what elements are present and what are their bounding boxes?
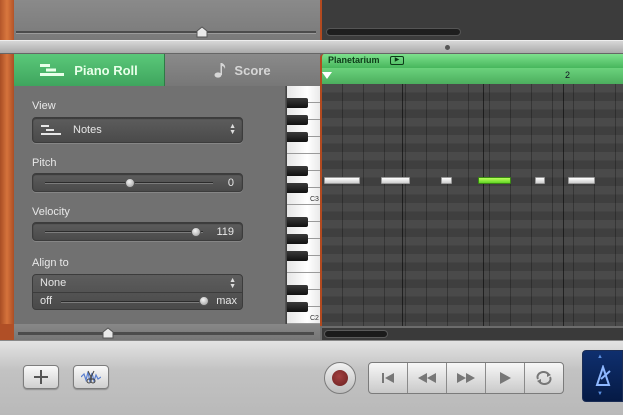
midi-note[interactable] <box>381 177 410 184</box>
pitch-value: 0 <box>227 177 234 189</box>
lcd-up-icon[interactable]: ▲ <box>597 354 603 360</box>
pane-divider[interactable] <box>0 40 623 54</box>
velocity-slider[interactable]: 119 <box>32 222 243 241</box>
view-popup[interactable]: Notes ▲ ▼ <box>32 117 243 143</box>
align-min-label: off <box>40 295 53 307</box>
scissors-wave-icon <box>81 370 101 384</box>
play-icon <box>500 372 511 384</box>
align-max-label: max <box>216 295 237 307</box>
tab-label: Piano Roll <box>74 62 138 78</box>
editor-zoom-thumb[interactable] <box>102 327 114 339</box>
wood-trim <box>0 54 14 326</box>
black-key[interactable] <box>287 285 308 295</box>
align-separator <box>33 292 242 293</box>
selected-note[interactable] <box>477 177 511 184</box>
editor-scrollbar-thumb[interactable] <box>324 330 388 338</box>
piano-keyboard[interactable]: C3 C2 <box>286 86 320 324</box>
black-key[interactable] <box>287 132 308 142</box>
wood-trim <box>0 0 14 40</box>
beat-line <box>402 84 403 326</box>
add-track-button[interactable] <box>23 365 59 389</box>
tracks-area <box>320 0 623 40</box>
bar-line <box>563 84 564 326</box>
black-key[interactable] <box>287 166 308 176</box>
tracks-scrollbar[interactable] <box>326 28 461 36</box>
plus-icon <box>34 370 48 384</box>
black-key[interactable] <box>287 302 308 312</box>
zoom-slider-track[interactable] <box>16 31 316 34</box>
zoom-slider-thumb[interactable] <box>196 26 208 38</box>
editor-scrollbar[interactable] <box>322 328 623 340</box>
black-key[interactable] <box>287 234 308 244</box>
pitch-slider[interactable]: 0 <box>32 173 243 192</box>
popup-arrows-icon: ▲ ▼ <box>229 277 236 290</box>
align-slider-track[interactable] <box>61 301 201 303</box>
tab-piano-roll[interactable]: Piano Roll <box>14 54 165 86</box>
notes-view-icon <box>41 125 61 135</box>
pitch-label: Pitch <box>32 157 57 169</box>
black-key[interactable] <box>287 217 308 227</box>
play-button[interactable] <box>486 363 525 393</box>
editor-zoom-bar <box>14 324 320 340</box>
view-label: View <box>32 100 56 112</box>
align-slider-knob[interactable] <box>199 296 209 306</box>
playhead-icon[interactable] <box>322 72 332 79</box>
editor-toggle-button[interactable] <box>73 365 109 389</box>
piano-roll-icon <box>40 64 65 76</box>
divider-handle[interactable] <box>445 45 450 50</box>
align-label: Align to <box>32 257 69 269</box>
tuning-fork-icon <box>595 365 611 386</box>
rewind-button[interactable] <box>408 363 447 393</box>
fast-forward-icon <box>457 373 475 383</box>
music-note-icon <box>214 63 226 78</box>
transport-controls <box>368 362 564 394</box>
midi-note[interactable] <box>567 177 595 184</box>
timeline-ruler[interactable]: 2 <box>320 68 623 84</box>
beat-line <box>483 84 484 326</box>
go-to-beginning-button[interactable] <box>369 363 408 393</box>
editor-zoom-track[interactable] <box>18 332 314 335</box>
lcd-display[interactable]: ▲ ▼ <box>582 350 623 402</box>
cycle-button[interactable] <box>525 363 563 393</box>
region-name: Planetarium <box>328 55 380 65</box>
tab-score[interactable]: Score <box>165 54 320 86</box>
bar-number: 2 <box>565 70 571 80</box>
align-to-control[interactable]: None ▲ ▼ off max <box>32 274 243 310</box>
velocity-label: Velocity <box>32 206 70 218</box>
midi-note[interactable] <box>534 177 546 184</box>
octave-label: C3 <box>310 196 319 203</box>
tab-label: Score <box>234 62 271 78</box>
black-key[interactable] <box>287 251 308 261</box>
cycle-icon <box>536 371 552 385</box>
velocity-value: 119 <box>216 226 234 238</box>
play-region-icon[interactable]: ▶ <box>390 56 404 65</box>
piano-roll-inspector: View Notes ▲ ▼ Pitch 0 Velocity 119 Align… <box>14 86 286 324</box>
velocity-slider-track[interactable] <box>45 231 203 233</box>
top-track-area <box>0 0 320 40</box>
align-value[interactable]: None <box>40 277 66 289</box>
midi-note[interactable] <box>324 177 361 184</box>
popup-arrows-icon: ▲ ▼ <box>229 123 236 136</box>
lcd-down-icon[interactable]: ▼ <box>597 391 603 397</box>
rewind-icon <box>418 373 436 383</box>
pitch-slider-knob[interactable] <box>125 178 135 188</box>
midi-note[interactable] <box>441 177 452 184</box>
go-to-beginning-icon <box>382 373 394 383</box>
octave-label: C2 <box>310 315 319 322</box>
fast-forward-button[interactable] <box>447 363 486 393</box>
black-key[interactable] <box>287 98 308 108</box>
black-key[interactable] <box>287 183 308 193</box>
piano-roll-grid[interactable] <box>320 84 623 326</box>
record-button[interactable] <box>324 362 356 394</box>
velocity-slider-knob[interactable] <box>190 227 201 237</box>
region-header[interactable]: Planetarium ▶ <box>320 54 623 68</box>
record-icon <box>332 370 348 386</box>
black-key[interactable] <box>287 115 308 125</box>
view-value: Notes <box>73 124 102 136</box>
